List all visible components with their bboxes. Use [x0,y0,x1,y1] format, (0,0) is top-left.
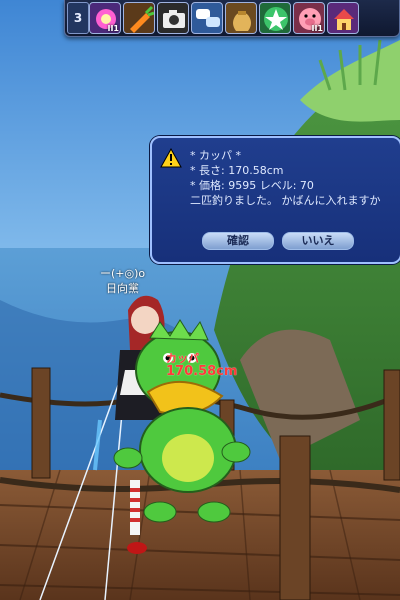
game-scene [0,0,400,600]
hotbar-slot-8[interactable] [327,2,359,34]
hotbar-slot-5[interactable] [225,2,257,34]
confirm-button[interactable]: 確認 [202,232,274,250]
slot-badge: II1 [311,24,323,33]
warning-icon [160,148,182,168]
player-name: 日向黨 [106,282,139,295]
player-guild-mark: ー(+◎)o [100,267,146,280]
catch-confirm-dialog: * カッパ * * 長さ: 170.58cm * 価格: 9595 レベル: 7… [150,136,400,264]
carrot-icon [130,5,154,33]
camera-icon [163,10,185,28]
hotbar-slot-6[interactable] [259,2,291,34]
hotbar-slot-1[interactable]: II1 [89,2,121,34]
hotbar-slot-2[interactable] [123,2,155,34]
chat-bubbles-icon [196,9,220,27]
dialog-message: * カッパ * * 長さ: 170.58cm * 価格: 9595 レベル: 7… [190,149,381,207]
hotbar-page-indicator[interactable]: 3 [67,2,89,34]
hotbar-slot-7[interactable]: II1 [293,2,325,34]
hotbar-slot-4[interactable] [191,2,223,34]
cancel-button[interactable]: いいえ [282,232,354,250]
money-bag-icon [233,11,251,31]
skill-hotbar: 3 II1 II1 [64,0,400,37]
hotbar-page-number: 3 [73,11,83,25]
slot-badge: II1 [107,24,119,33]
house-icon [334,9,354,30]
catch-size-label: 170.58cm [166,364,238,379]
star-icon [264,7,288,31]
hotbar-slot-3[interactable] [157,2,189,34]
